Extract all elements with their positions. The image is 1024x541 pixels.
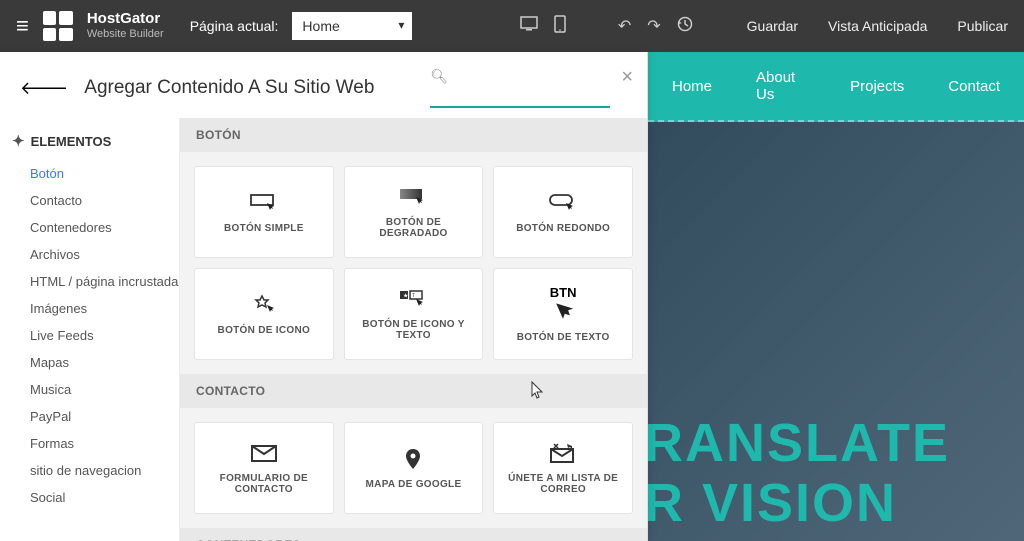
sidebar-list: Botón Contacto Contenedores Archivos HTM… xyxy=(12,160,179,511)
elements-area: BOTÓN BOTÓN SIMPLE BOTÓN DE DEGRADADO BO… xyxy=(180,118,647,541)
button-icon-icon xyxy=(249,293,279,317)
current-page-label: Página actual: xyxy=(190,18,279,34)
card-boton-simple[interactable]: BOTÓN SIMPLE xyxy=(194,166,334,258)
sidebar-item-contenedores[interactable]: Contenedores xyxy=(12,214,179,241)
boton-grid: BOTÓN SIMPLE BOTÓN DE DEGRADADO BOTÓN RE… xyxy=(180,152,647,374)
search-wrap[interactable]: 🔍︎ xyxy=(430,68,610,108)
hero-text: RANSLATE R VISION xyxy=(648,414,950,533)
sidebar-item-contacto[interactable]: Contacto xyxy=(12,187,179,214)
page-select[interactable] xyxy=(292,12,412,40)
mobile-icon[interactable] xyxy=(554,15,566,38)
map-pin-icon xyxy=(398,447,428,471)
card-boton-redondo[interactable]: BOTÓN REDONDO xyxy=(493,166,633,258)
button-gradient-icon xyxy=(398,185,428,209)
workspace: × 🡐 Agregar Contenido A Su Sitio Web 🔍︎ … xyxy=(0,52,1024,541)
hero-line1: RANSLATE xyxy=(648,414,950,473)
sidebar-item-boton[interactable]: Botón xyxy=(12,160,179,187)
logo-subtitle: Website Builder xyxy=(87,28,164,41)
envelope-icon xyxy=(249,441,279,465)
logo-text: HostGator Website Builder xyxy=(87,10,164,41)
redo-icon[interactable]: ↷ xyxy=(647,16,660,36)
button-simple-icon xyxy=(249,191,279,215)
nav-home[interactable]: Home xyxy=(672,78,712,95)
page-select-wrap[interactable] xyxy=(292,12,412,40)
card-boton-degradado[interactable]: BOTÓN DE DEGRADADO xyxy=(344,166,484,258)
sidebar-item-imagenes[interactable]: Imágenes xyxy=(12,295,179,322)
svg-text:★: ★ xyxy=(403,293,408,300)
card-formulario-contacto[interactable]: FORMULARIO DE CONTACTO xyxy=(194,422,334,514)
add-content-panel: × 🡐 Agregar Contenido A Su Sitio Web 🔍︎ … xyxy=(0,52,648,541)
preview-nav: Home About Us Projects Contact xyxy=(648,52,1024,122)
sidebar-item-html[interactable]: HTML / página incrustada xyxy=(12,268,179,295)
topbar-actions: Guardar Vista Anticipada Publicar xyxy=(747,18,1008,34)
nav-contact[interactable]: Contact xyxy=(948,78,1000,95)
back-arrow-icon[interactable]: 🡐 xyxy=(20,78,68,99)
sidebar-item-formas[interactable]: Formas xyxy=(12,430,179,457)
sidebar-item-archivos[interactable]: Archivos xyxy=(12,241,179,268)
svg-text:T: T xyxy=(412,293,415,299)
sidebar: ✦ ELEMENTOS Botón Contacto Contenedores … xyxy=(0,118,180,541)
section-heading-boton: BOTÓN xyxy=(180,118,647,152)
sidebar-item-mapas[interactable]: Mapas xyxy=(12,349,179,376)
sidebar-item-social[interactable]: Social xyxy=(12,484,179,511)
history-icon[interactable] xyxy=(677,16,693,37)
cursor-icon xyxy=(530,380,546,405)
logo-title: HostGator xyxy=(87,10,164,28)
search-icon: 🔍︎ xyxy=(430,68,448,84)
nav-projects[interactable]: Projects xyxy=(850,78,904,95)
panel-title: Agregar Contenido A Su Sitio Web xyxy=(84,77,374,99)
save-button[interactable]: Guardar xyxy=(747,18,798,34)
card-boton-icono-texto[interactable]: ★T BOTÓN DE ICONO Y TEXTO xyxy=(344,268,484,360)
publish-button[interactable]: Publicar xyxy=(957,18,1008,34)
sidebar-heading: ✦ ELEMENTOS xyxy=(12,132,179,150)
card-lista-correo[interactable]: ÚNETE A MI LISTA DE CORREO xyxy=(493,422,633,514)
mail-list-icon xyxy=(548,441,578,465)
panel-header: 🡐 Agregar Contenido A Su Sitio Web 🔍︎ xyxy=(0,52,647,118)
puzzle-icon: ✦ xyxy=(12,132,25,150)
undo-icon[interactable]: ↶ xyxy=(618,16,631,36)
topbar-device-icons: ↶ ↷ xyxy=(520,15,693,38)
desktop-icon[interactable] xyxy=(520,16,538,37)
search-input[interactable] xyxy=(430,86,610,102)
button-text-icon: BTN xyxy=(548,285,578,324)
logo-icon xyxy=(43,11,73,41)
close-icon[interactable]: × xyxy=(621,66,633,89)
section-heading-contenedores: CONTENEDORES xyxy=(180,528,647,541)
button-icon-text-icon: ★T xyxy=(398,287,428,311)
topbar: ≡ HostGator Website Builder Página actua… xyxy=(0,0,1024,52)
nav-about[interactable]: About Us xyxy=(756,69,806,103)
button-round-icon xyxy=(548,191,578,215)
contacto-grid: FORMULARIO DE CONTACTO MAPA DE GOOGLE ÚN… xyxy=(180,408,647,528)
panel-body: ✦ ELEMENTOS Botón Contacto Contenedores … xyxy=(0,118,647,541)
hero-line2: R VISION xyxy=(648,474,950,533)
section-heading-contacto: CONTACTO xyxy=(180,374,647,408)
sidebar-item-musica[interactable]: Musica xyxy=(12,376,179,403)
card-boton-icono[interactable]: BOTÓN DE ICONO xyxy=(194,268,334,360)
sidebar-item-paypal[interactable]: PayPal xyxy=(12,403,179,430)
preview-button[interactable]: Vista Anticipada xyxy=(828,18,927,34)
card-mapa-google[interactable]: MAPA DE GOOGLE xyxy=(344,422,484,514)
sidebar-item-navegacion[interactable]: sitio de navegacion xyxy=(12,457,179,484)
sidebar-item-livefeeds[interactable]: Live Feeds xyxy=(12,322,179,349)
card-boton-texto[interactable]: BTN BOTÓN DE TEXTO xyxy=(493,268,633,360)
site-preview: Home About Us Projects Contact RANSLATE … xyxy=(648,52,1024,541)
menu-icon[interactable]: ≡ xyxy=(16,13,29,39)
